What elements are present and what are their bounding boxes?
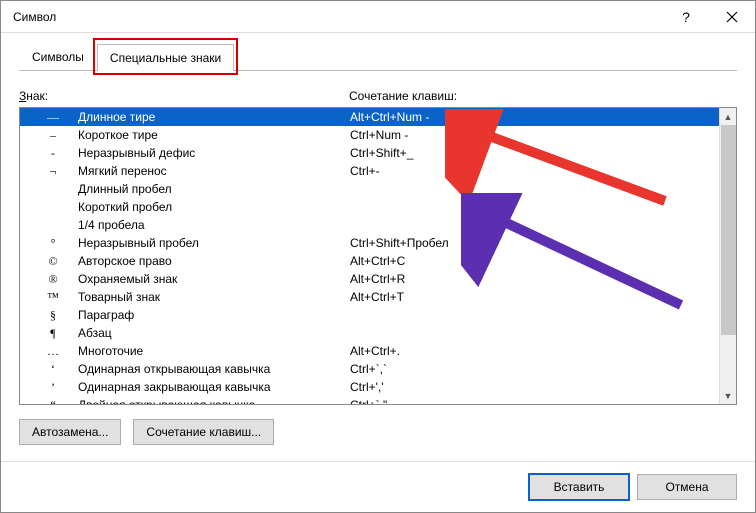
symbol-glyph: ° (28, 234, 78, 252)
symbol-glyph: — (28, 108, 78, 126)
scrollbar[interactable]: ▲ ▼ (719, 108, 736, 404)
symbol-name: Авторское право (78, 252, 350, 270)
symbol-shortcut: Ctrl+',' (350, 378, 384, 396)
list-item[interactable]: -Неразрывный дефисCtrl+Shift+_ (20, 144, 719, 162)
symbol-dialog: Символ ? Символы Специальные знаки Знак:… (0, 0, 756, 513)
symbol-name: Мягкий перенос (78, 162, 350, 180)
symbol-glyph: ’ (28, 378, 78, 396)
scroll-down-button[interactable]: ▼ (720, 387, 736, 404)
symbol-glyph: ¶ (28, 324, 78, 342)
close-button[interactable] (709, 1, 755, 33)
list-item[interactable]: §Параграф (20, 306, 719, 324)
tabstrip: Символы Специальные знаки (19, 43, 737, 71)
list-item[interactable]: °Неразрывный пробелCtrl+Shift+Пробел (20, 234, 719, 252)
titlebar: Символ ? (1, 1, 755, 33)
list-item[interactable]: Длинный пробел (20, 180, 719, 198)
header-character: Знак: (19, 89, 349, 103)
symbol-shortcut: Alt+Ctrl+R (350, 270, 405, 288)
symbol-shortcut: Ctrl+`,` (350, 360, 387, 378)
list-item[interactable]: 1/4 пробела (20, 216, 719, 234)
symbol-name: Товарный знак (78, 288, 350, 306)
symbol-shortcut: Alt+Ctrl+T (350, 288, 404, 306)
symbol-shortcut: Alt+Ctrl+. (350, 342, 400, 360)
header-shortcut: Сочетание клавиш: (349, 89, 457, 103)
cancel-button[interactable]: Отмена (637, 474, 737, 500)
symbol-glyph: ¬ (28, 162, 78, 180)
symbol-glyph: ‘ (28, 360, 78, 378)
symbol-shortcut: Alt+Ctrl+C (350, 252, 405, 270)
symbol-name: Одинарная открывающая кавычка (78, 360, 350, 378)
symbol-glyph: ® (28, 270, 78, 288)
symbol-glyph: ™ (28, 288, 78, 306)
list-item[interactable]: Короткий пробел (20, 198, 719, 216)
column-headers: Знак: Сочетание клавиш: (19, 89, 737, 103)
dialog-footer: Вставить Отмена (1, 461, 755, 512)
tab-special-characters[interactable]: Специальные знаки (97, 44, 234, 71)
symbol-name: Короткое тире (78, 126, 350, 144)
symbol-shortcut: Ctrl+Shift+Пробел (350, 234, 449, 252)
autocorrect-button[interactable]: Автозамена... (19, 419, 121, 445)
symbol-glyph: § (28, 306, 78, 324)
scroll-up-button[interactable]: ▲ (720, 108, 736, 125)
character-list: —Длинное тиреAlt+Ctrl+Num -–Короткое тир… (19, 107, 737, 405)
symbol-shortcut: Ctrl+- (350, 162, 380, 180)
symbol-glyph: © (28, 252, 78, 270)
tab-symbols-label: Символы (32, 50, 84, 64)
symbol-shortcut: Ctrl+Shift+_ (350, 144, 413, 162)
list-viewport[interactable]: —Длинное тиреAlt+Ctrl+Num -–Короткое тир… (20, 108, 719, 404)
list-item[interactable]: ’Одинарная закрывающая кавычкаCtrl+',' (20, 378, 719, 396)
symbol-glyph: – (28, 126, 78, 144)
list-item[interactable]: ‘Одинарная открывающая кавычкаCtrl+`,` (20, 360, 719, 378)
list-item[interactable]: ™Товарный знакAlt+Ctrl+T (20, 288, 719, 306)
symbol-name: Абзац (78, 324, 350, 342)
symbol-name: Короткий пробел (78, 198, 350, 216)
symbol-name: Параграф (78, 306, 350, 324)
scroll-thumb[interactable] (721, 125, 736, 335)
list-item[interactable]: ¬Мягкий переносCtrl+- (20, 162, 719, 180)
symbol-glyph: … (28, 342, 78, 360)
symbol-name: Длинный пробел (78, 180, 350, 198)
list-item[interactable]: ¶Абзац (20, 324, 719, 342)
symbol-name: Охраняемый знак (78, 270, 350, 288)
symbol-name: Многоточие (78, 342, 350, 360)
list-item[interactable]: –Короткое тиреCtrl+Num - (20, 126, 719, 144)
symbol-name: Двойная открывающая кавычка (78, 396, 350, 404)
symbol-shortcut: Alt+Ctrl+Num - (350, 108, 429, 126)
symbol-glyph: “ (28, 396, 78, 404)
help-button[interactable]: ? (663, 1, 709, 33)
symbol-glyph: - (28, 144, 78, 162)
symbol-name: Неразрывный пробел (78, 234, 350, 252)
list-item[interactable]: ®Охраняемый знакAlt+Ctrl+R (20, 270, 719, 288)
dialog-body: Символы Специальные знаки Знак: Сочетани… (1, 33, 755, 461)
symbol-shortcut: Ctrl+`," (350, 396, 387, 404)
symbol-shortcut: Ctrl+Num - (350, 126, 408, 144)
symbol-name: Неразрывный дефис (78, 144, 350, 162)
tab-special-label: Специальные знаки (110, 51, 221, 65)
insert-button[interactable]: Вставить (529, 474, 629, 500)
button-row: Автозамена... Сочетание клавиш... (19, 419, 737, 445)
symbol-name: Одинарная закрывающая кавычка (78, 378, 350, 396)
list-item[interactable]: “Двойная открывающая кавычкаCtrl+`," (20, 396, 719, 404)
symbol-name: Длинное тире (78, 108, 350, 126)
tab-symbols[interactable]: Символы (19, 43, 97, 70)
shortcut-key-button[interactable]: Сочетание клавиш... (133, 419, 274, 445)
list-item[interactable]: ©Авторское правоAlt+Ctrl+C (20, 252, 719, 270)
symbol-name: 1/4 пробела (78, 216, 350, 234)
window-title: Символ (13, 10, 663, 24)
list-item[interactable]: …МноготочиеAlt+Ctrl+. (20, 342, 719, 360)
list-item[interactable]: —Длинное тиреAlt+Ctrl+Num - (20, 108, 719, 126)
